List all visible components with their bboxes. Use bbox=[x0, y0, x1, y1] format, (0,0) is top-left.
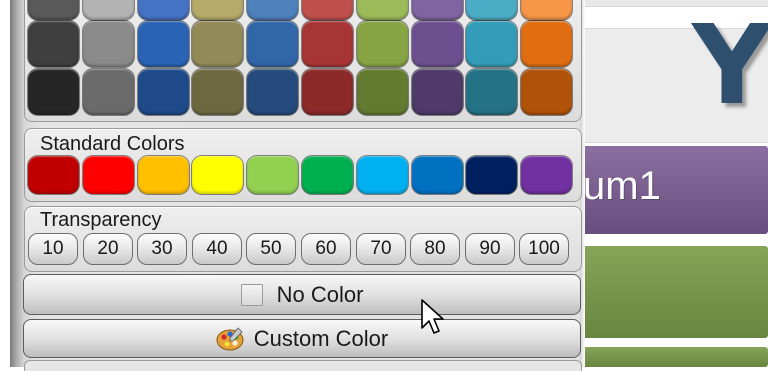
transparency-button[interactable]: 50 bbox=[246, 233, 296, 265]
transparency-label: Transparency bbox=[40, 209, 162, 231]
theme-color-swatch[interactable] bbox=[28, 0, 79, 20]
palette-icon bbox=[216, 326, 244, 352]
theme-color-swatch[interactable] bbox=[28, 21, 79, 67]
transparency-button[interactable]: 60 bbox=[301, 233, 351, 265]
transparency-button[interactable]: 100 bbox=[519, 233, 569, 265]
theme-color-swatch[interactable] bbox=[192, 69, 243, 115]
transparency-button[interactable]: 70 bbox=[356, 233, 406, 265]
standard-color-swatch[interactable] bbox=[28, 156, 79, 194]
no-color-button[interactable]: No Color bbox=[23, 274, 581, 315]
theme-color-swatch[interactable] bbox=[138, 0, 189, 20]
document-title-letter: Y bbox=[692, 1, 768, 129]
arrow-cursor-icon bbox=[420, 298, 446, 343]
standard-color-swatch[interactable] bbox=[192, 156, 243, 194]
theme-color-swatch[interactable] bbox=[247, 0, 298, 20]
theme-color-swatch[interactable] bbox=[83, 0, 134, 20]
transparency-button[interactable]: 20 bbox=[83, 233, 133, 265]
transparency-button[interactable]: 80 bbox=[410, 233, 460, 265]
standard-color-swatch[interactable] bbox=[247, 156, 298, 194]
standard-color-swatch[interactable] bbox=[521, 156, 572, 194]
document-row-green[interactable] bbox=[580, 246, 768, 338]
theme-color-swatch[interactable] bbox=[302, 0, 353, 20]
standard-color-swatch[interactable] bbox=[138, 156, 189, 194]
theme-color-swatch[interactable] bbox=[138, 21, 189, 67]
theme-color-swatch[interactable] bbox=[466, 21, 517, 67]
theme-color-swatch[interactable] bbox=[192, 0, 243, 20]
theme-color-swatch[interactable] bbox=[357, 0, 408, 20]
document-row-text: um1 bbox=[583, 164, 661, 208]
no-color-checkbox-icon bbox=[240, 283, 263, 306]
theme-color-swatch[interactable] bbox=[412, 21, 463, 67]
standard-color-swatch[interactable] bbox=[466, 156, 517, 194]
no-color-label: No Color bbox=[276, 281, 364, 307]
theme-color-swatch[interactable] bbox=[466, 69, 517, 115]
theme-color-swatch[interactable] bbox=[247, 69, 298, 115]
standard-colors-label: Standard Colors bbox=[40, 133, 185, 155]
document-row-green-partial[interactable] bbox=[580, 347, 768, 367]
theme-color-swatch[interactable] bbox=[521, 21, 572, 67]
standard-color-swatch[interactable] bbox=[412, 156, 463, 194]
theme-color-swatch[interactable] bbox=[412, 0, 463, 20]
theme-color-swatch[interactable] bbox=[83, 69, 134, 115]
theme-color-swatch[interactable] bbox=[83, 21, 134, 67]
standard-color-swatch[interactable] bbox=[83, 156, 134, 194]
theme-color-swatch[interactable] bbox=[138, 69, 189, 115]
theme-color-swatch[interactable] bbox=[357, 69, 408, 115]
transparency-button[interactable]: 90 bbox=[465, 233, 515, 265]
transparency-button[interactable]: 30 bbox=[137, 233, 187, 265]
custom-color-button[interactable]: Custom Color bbox=[23, 319, 581, 358]
transparency-button[interactable]: 10 bbox=[28, 233, 78, 265]
next-group-stub bbox=[24, 360, 582, 371]
standard-color-swatch[interactable] bbox=[302, 156, 353, 194]
theme-color-swatch[interactable] bbox=[28, 69, 79, 115]
theme-color-swatch[interactable] bbox=[412, 69, 463, 115]
theme-color-swatch[interactable] bbox=[357, 21, 408, 67]
theme-color-swatch[interactable] bbox=[247, 21, 298, 67]
theme-color-swatch[interactable] bbox=[302, 21, 353, 67]
theme-color-swatch[interactable] bbox=[192, 21, 243, 67]
transparency-button[interactable]: 40 bbox=[192, 233, 242, 265]
theme-color-swatch[interactable] bbox=[521, 69, 572, 115]
theme-color-swatch[interactable] bbox=[302, 69, 353, 115]
theme-color-swatch[interactable] bbox=[466, 0, 517, 20]
standard-color-swatch[interactable] bbox=[357, 156, 408, 194]
theme-color-swatch[interactable] bbox=[521, 0, 572, 20]
custom-color-label: Custom Color bbox=[253, 325, 389, 351]
